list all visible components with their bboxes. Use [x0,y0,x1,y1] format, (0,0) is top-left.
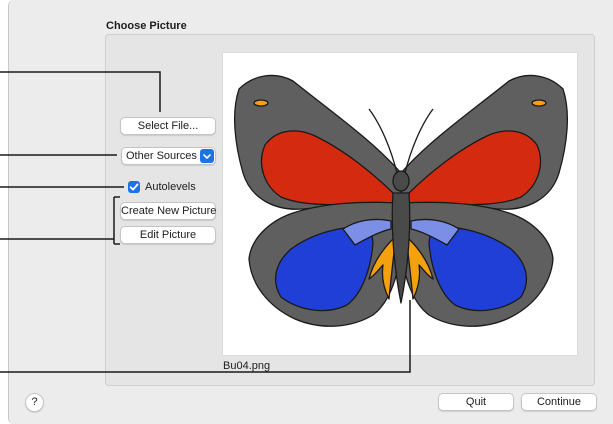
quit-button[interactable]: Quit [438,393,514,411]
butterfly-picture [233,74,569,327]
select-file-button[interactable]: Select File... [120,117,216,135]
help-button[interactable]: ? [25,393,44,412]
source-popup[interactable]: Other Sources [121,147,216,165]
checkmark-icon [129,183,139,191]
autolevels-checkbox[interactable] [128,181,140,193]
chevron-updown-icon [200,149,214,163]
create-new-picture-button[interactable]: Create New Picture [120,202,216,220]
picture-preview [222,52,578,356]
autolevels-label: Autolevels [145,181,196,193]
edit-picture-button[interactable]: Edit Picture [120,226,216,244]
group-title: Choose Picture [106,20,187,32]
source-popup-label: Other Sources [126,150,197,162]
picture-filename: Bu04.png [223,360,271,372]
continue-button[interactable]: Continue [521,393,597,411]
